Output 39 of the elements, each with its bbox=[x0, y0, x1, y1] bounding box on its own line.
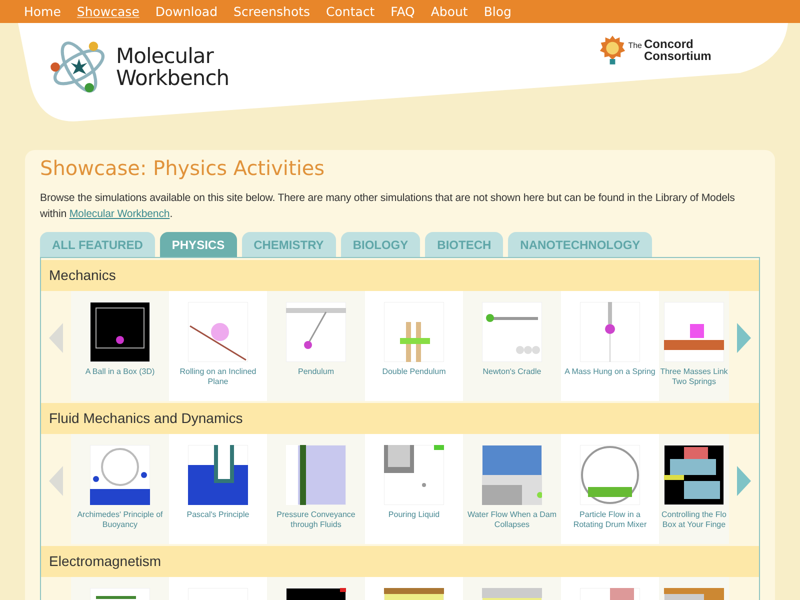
tab[interactable]: CHEMISTRY bbox=[242, 232, 336, 257]
nav-link[interactable]: Contact bbox=[318, 2, 383, 20]
item-caption[interactable]: A Ball in a Box (3D) bbox=[85, 367, 155, 377]
logo-text: Molecular Workbench bbox=[116, 45, 230, 89]
item-caption[interactable]: Double Pendulum bbox=[382, 367, 446, 377]
item-caption[interactable]: Newton's Cradle bbox=[482, 367, 542, 377]
item-caption[interactable]: Rolling on an Inclined Plane bbox=[180, 367, 256, 387]
section-header: Mechanics bbox=[41, 260, 759, 291]
tab[interactable]: ALL FEATURED bbox=[40, 232, 155, 257]
item-caption[interactable]: Pressure Conveyance through Fluids bbox=[276, 510, 356, 530]
section-header: Electromagnetism bbox=[41, 546, 759, 577]
nav-link[interactable]: Screenshots bbox=[226, 2, 318, 20]
nav-link[interactable]: About bbox=[422, 2, 476, 20]
item-caption[interactable]: Archimedes' Principle of Buoyancy bbox=[77, 510, 163, 530]
item-caption[interactable]: Pouring Liquid bbox=[388, 510, 440, 520]
nav-link[interactable]: Showcase bbox=[68, 2, 148, 20]
logo-text: The bbox=[628, 40, 642, 50]
nav-link[interactable]: FAQ bbox=[382, 2, 423, 20]
nav-link[interactable]: Blog bbox=[476, 2, 520, 20]
nav-link[interactable]: Home bbox=[16, 2, 69, 20]
logo-text: Concord Consortium bbox=[644, 38, 712, 62]
page-title: Showcase: Physics Activities bbox=[40, 155, 326, 182]
next-arrow-icon[interactable] bbox=[737, 323, 751, 353]
item-caption[interactable]: Water Flow When a Dam Collapses bbox=[467, 510, 557, 530]
nav-link[interactable]: Download bbox=[147, 2, 226, 20]
item-caption[interactable]: Particle Flow in a Rotating Drum Mixer bbox=[573, 510, 647, 530]
tab[interactable]: NANOTECHNOLOGY bbox=[508, 232, 652, 257]
tab[interactable]: BIOLOGY bbox=[340, 232, 420, 257]
link[interactable]: Molecular Workbench bbox=[69, 208, 170, 220]
tab[interactable]: PHYSICS bbox=[160, 232, 237, 257]
item-caption[interactable]: Controlling the Flo Box at Your Finge bbox=[662, 510, 726, 530]
item-caption[interactable]: Pascal's Principle bbox=[186, 510, 250, 520]
intro-text: Browse the simulations available on this site below. There are many other simulations that are not shown here but can be found in the Library of Models within Molecular Workbench. bbox=[40, 191, 736, 222]
item-caption[interactable]: Pendulum bbox=[298, 367, 334, 377]
tab[interactable]: BIOTECH bbox=[425, 232, 504, 257]
section-header: Fluid Mechanics and Dynamics bbox=[41, 403, 759, 434]
item-caption[interactable]: Three Masses Link Two Springs bbox=[660, 367, 728, 387]
next-arrow-icon[interactable] bbox=[737, 466, 751, 496]
item-caption[interactable]: A Mass Hung on a Spring bbox=[564, 367, 656, 377]
